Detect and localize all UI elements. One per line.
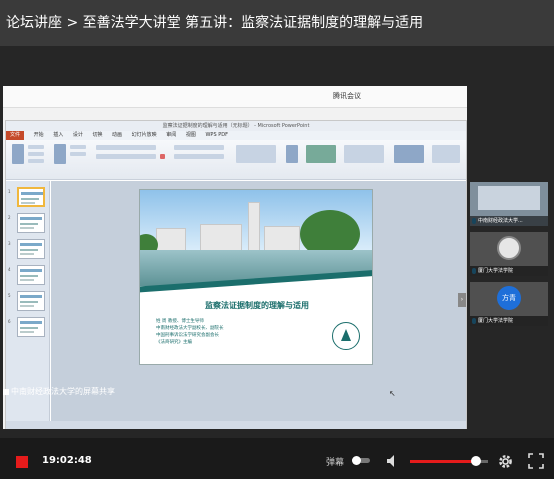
slide-editor: 监察法证据制度的理解与适用 姓 周 教授、博士生导师 中南财经政法大学副校长、副… xyxy=(51,181,466,421)
volume-knob[interactable] xyxy=(471,456,482,466)
slide-number: 4 xyxy=(8,267,11,272)
danmu-toggle-knob[interactable] xyxy=(352,456,361,465)
ppt-window-title: 监察法证据制度的理解与适用（无标题） - Microsoft PowerPoin… xyxy=(6,121,466,131)
participant-tile[interactable]: 方青 厦门大学法学院 xyxy=(470,282,548,326)
ppt-ribbon-tabs: 文件 开始 插入 设计 切换 动画 幻灯片放映 审阅 视图 WPS PDF xyxy=(6,131,466,140)
screen-share-label: 中南财经政法大学的屏幕共享 xyxy=(3,386,115,397)
slide-number: 1 xyxy=(8,189,11,194)
slide-thumbnail xyxy=(17,265,45,285)
slide-number: 5 xyxy=(8,293,11,298)
slide-number: 6 xyxy=(8,319,11,324)
fullscreen-icon[interactable] xyxy=(528,453,544,469)
slide-thumbnail xyxy=(17,213,45,233)
volume-icon[interactable] xyxy=(386,454,400,468)
slide-number: 2 xyxy=(8,215,11,220)
video-area[interactable]: 腾讯会议 监察法证据制度的理解与适用（无标题） - Microsoft Powe… xyxy=(0,46,554,438)
slide-line: 姓 周 教授、博士生导师 xyxy=(156,319,204,324)
ppt-ribbon xyxy=(6,140,466,180)
ppt-tab-animations: 动画 xyxy=(112,132,123,138)
avatar: 方青 xyxy=(497,286,521,310)
gear-icon[interactable] xyxy=(497,453,514,470)
live-time: 19:02:48 xyxy=(42,455,92,466)
participant-label: 中南财经政法大学... xyxy=(470,216,548,226)
ppt-tab-insert: 插入 xyxy=(53,132,64,138)
ppt-status-bar xyxy=(6,421,466,429)
screen-share: 腾讯会议 监察法证据制度的理解与适用（无标题） - Microsoft Powe… xyxy=(3,86,467,429)
powerpoint-window: 监察法证据制度的理解与适用（无标题） - Microsoft PowerPoin… xyxy=(5,120,467,429)
participant-label: 厦门大学法学院 xyxy=(470,266,548,276)
school-seal-icon xyxy=(497,236,521,260)
ppt-tab-review: 审阅 xyxy=(166,132,177,138)
slide-line: 中国刑事诉讼法学研究会副会长 xyxy=(156,333,219,338)
participant-tile[interactable]: 中南财经政法大学... xyxy=(470,182,548,226)
ppt-tab-file: 文件 xyxy=(6,131,25,140)
danmu-label: 弹幕 xyxy=(326,458,345,468)
ppt-tab-view: 视图 xyxy=(185,132,196,138)
page-title: 论坛讲座 > 至善法学大讲堂 第五讲：监察法证据制度的理解与适用 xyxy=(0,0,554,46)
slide-line: 中南财经政法大学副校长、副院长 xyxy=(156,326,224,331)
video-player: 论坛讲座 > 至善法学大讲堂 第五讲：监察法证据制度的理解与适用 腾讯会议 监察… xyxy=(0,0,554,479)
player-controls: 19:02:48 弹幕 xyxy=(0,438,554,479)
ppt-tab-design: 设计 xyxy=(72,132,83,138)
slide-line: 《法商研究》主编 xyxy=(156,340,192,345)
ppt-tab-transitions: 切换 xyxy=(92,132,103,138)
slide-number: 3 xyxy=(8,241,11,246)
stop-button[interactable] xyxy=(16,456,28,468)
slide-thumbnail xyxy=(17,291,45,311)
slide-thumbnail xyxy=(17,187,45,207)
university-seal-icon xyxy=(332,322,360,350)
slide-thumbnail xyxy=(17,317,45,337)
ppt-tab-wps-pdf: WPS PDF xyxy=(205,132,228,138)
slide-body: 姓 周 教授、博士生导师 中南财经政法大学副校长、副院长 中国刑事诉讼法学研究会… xyxy=(156,318,224,346)
ppt-tab-slideshow: 幻灯片放映 xyxy=(131,132,157,138)
participant-label: 厦门大学法学院 xyxy=(470,316,548,326)
collapse-arrow-icon[interactable]: › xyxy=(458,293,466,307)
ppt-tab-home: 开始 xyxy=(33,132,44,138)
meeting-title: 腾讯会议 xyxy=(333,92,361,100)
mouse-cursor-icon: ↖ xyxy=(389,389,396,398)
slide-thumbnail xyxy=(17,239,45,259)
meeting-bar: 腾讯会议 xyxy=(3,86,467,108)
slide-thumbnails: 1 2 3 4 5 6 xyxy=(6,181,50,421)
participant-tile[interactable]: 厦门大学法学院 xyxy=(470,232,548,276)
volume-fill xyxy=(410,460,477,463)
school-badge-icon xyxy=(478,186,540,210)
slide: 监察法证据制度的理解与适用 姓 周 教授、博士生导师 中南财经政法大学副校长、副… xyxy=(139,189,373,365)
screen-share-icon xyxy=(3,388,9,395)
slide-heading: 监察法证据制度的理解与适用 xyxy=(205,301,309,310)
